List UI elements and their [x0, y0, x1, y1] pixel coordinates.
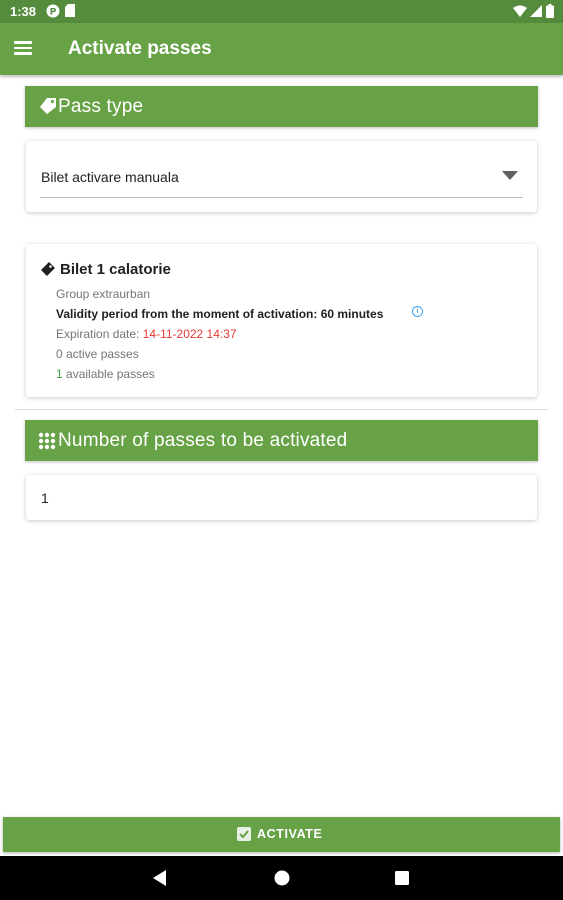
pass-expiration: Expiration date: 14-11-2022 14:37 — [56, 327, 237, 341]
number-of-passes-header-text: Number of passes to be activated — [58, 430, 348, 451]
home-icon[interactable] — [274, 870, 290, 886]
back-icon[interactable] — [153, 870, 167, 886]
notification-p-icon: P — [46, 4, 60, 18]
info-icon[interactable]: i — [412, 306, 423, 317]
divider — [15, 409, 548, 410]
status-time: 1:38 — [10, 4, 37, 19]
number-of-passes-input[interactable]: 1 — [26, 475, 537, 520]
grid-dots-icon — [38, 432, 56, 450]
pass-group: Group extraurban — [56, 287, 151, 301]
pass-validity: Validity period from the moment of activ… — [56, 307, 384, 321]
pass-type-header: Pass type — [25, 86, 538, 127]
status-bar: 1:38 P — [0, 0, 563, 23]
app-bar: Activate passes — [0, 23, 563, 75]
pass-title: Bilet 1 calatorie — [60, 261, 171, 278]
number-of-passes-value: 1 — [41, 490, 49, 506]
pass-type-header-text: Pass type — [58, 96, 144, 117]
available-count: 1 — [56, 367, 63, 381]
svg-text:P: P — [50, 8, 57, 18]
dropdown-arrow-icon — [502, 171, 518, 180]
pass-type-dropdown[interactable]: Bilet activare manuala — [26, 141, 537, 212]
page-title: Activate passes — [68, 38, 212, 59]
checkbox-icon — [237, 827, 251, 841]
recents-icon[interactable] — [395, 871, 409, 885]
sd-card-icon — [65, 4, 75, 17]
tag-icon — [40, 98, 56, 114]
pass-available: 1 available passes — [56, 367, 155, 381]
ticket-icon — [41, 262, 55, 276]
pass-info-card: Bilet 1 calatorie Group extraurban Valid… — [26, 244, 537, 397]
expiration-label: Expiration date: — [56, 327, 143, 341]
available-label: available passes — [62, 367, 155, 381]
system-nav-bar — [0, 856, 563, 900]
hamburger-menu-icon[interactable] — [14, 38, 38, 60]
expiration-value: 14-11-2022 14:37 — [142, 327, 237, 341]
pass-type-selected-value: Bilet activare manuala — [41, 169, 179, 185]
wifi-icon — [513, 5, 527, 17]
pass-active-count: 0 active passes — [56, 347, 139, 361]
battery-icon — [546, 4, 554, 18]
signal-icon — [530, 5, 542, 17]
number-of-passes-header: Number of passes to be activated — [25, 420, 538, 461]
activate-button-label: ACTIVATE — [257, 827, 323, 841]
dropdown-underline — [40, 197, 523, 198]
activate-button[interactable]: ACTIVATE — [3, 817, 560, 852]
